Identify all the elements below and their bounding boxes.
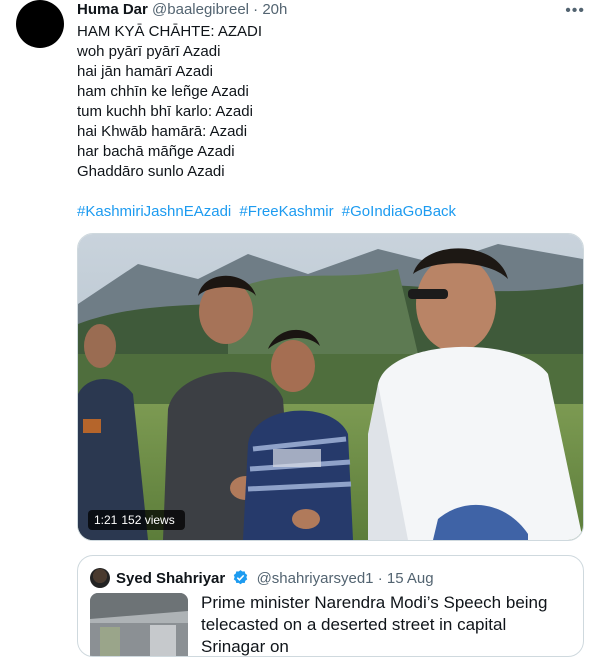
verified-badge-icon bbox=[234, 570, 248, 585]
quoted-header: Syed Shahriyar @shahriyarsyed1 · 15 Aug bbox=[116, 569, 434, 587]
quoted-text-line: Prime minister Narendra Modi’s Speech be… bbox=[201, 593, 548, 612]
author-name[interactable]: Huma Dar bbox=[77, 1, 148, 18]
video-views: 152 views bbox=[121, 513, 175, 527]
video-player[interactable]: 1:21 152 views bbox=[77, 233, 584, 541]
quoted-tweet[interactable]: Syed Shahriyar @shahriyarsyed1 · 15 Aug … bbox=[77, 555, 584, 657]
tweet-line: ham chhīn ke leñge Azadi bbox=[77, 83, 249, 100]
more-horizontal-icon[interactable]: ••• bbox=[565, 2, 585, 20]
tweet-line: tum kuchh bhī karlo: Azadi bbox=[77, 103, 253, 120]
quoted-text-line: telecasted on a deserted street in capit… bbox=[201, 615, 507, 656]
tweet-line: HAM KYĀ CHĀHTE: AZADI bbox=[77, 23, 263, 40]
tweet-line: hai jān hamārī Azadi bbox=[77, 63, 213, 80]
tweet-header: Huma Dar @baalegibreel · 20h bbox=[77, 1, 287, 18]
quoted-date[interactable]: 15 Aug bbox=[387, 570, 434, 587]
quoted-thumbnail-image bbox=[90, 593, 188, 656]
tweet-time[interactable]: 20h bbox=[262, 1, 287, 18]
quoted-author-name[interactable]: Syed Shahriyar bbox=[116, 570, 225, 587]
quoted-thumbnail[interactable] bbox=[90, 593, 188, 656]
tweet-text: HAM KYĀ CHĀHTE: AZADI woh pyārī pyārī Az… bbox=[77, 22, 262, 182]
tweet-card[interactable]: Huma Dar @baalegibreel · 20h ••• HAM KYĀ… bbox=[0, 0, 599, 657]
quoted-text: Prime minister Narendra Modi’s Speech be… bbox=[201, 592, 571, 656]
hashtag-link[interactable]: #FreeKashmir bbox=[239, 203, 333, 220]
video-frame bbox=[78, 234, 583, 540]
author-handle[interactable]: @baalegibreel bbox=[152, 1, 249, 18]
quoted-separator: · bbox=[377, 570, 383, 587]
header-separator: · bbox=[253, 1, 259, 18]
tweet-line: Ghaddāro sunlo Azadi bbox=[77, 163, 225, 180]
hashtag-link[interactable]: #KashmiriJashnEAzadi bbox=[77, 203, 231, 220]
hashtag-link[interactable]: #GoIndiaGoBack bbox=[342, 203, 456, 220]
video-info-badge: 1:21 152 views bbox=[88, 510, 185, 530]
hashtag-row: #KashmiriJashnEAzadi #FreeKashmir #GoInd… bbox=[77, 202, 460, 222]
video-duration: 1:21 bbox=[94, 513, 118, 527]
tweet-line: hai Khwāb hamārā: Azadi bbox=[77, 123, 248, 140]
quoted-author-handle[interactable]: @shahriyarsyed1 bbox=[257, 570, 374, 587]
quoted-avatar[interactable] bbox=[90, 568, 110, 588]
avatar[interactable] bbox=[16, 0, 64, 48]
tweet-line: woh pyārī pyārī Azadi bbox=[77, 43, 221, 60]
tweet-line: har bachā māñge Azadi bbox=[77, 143, 235, 160]
